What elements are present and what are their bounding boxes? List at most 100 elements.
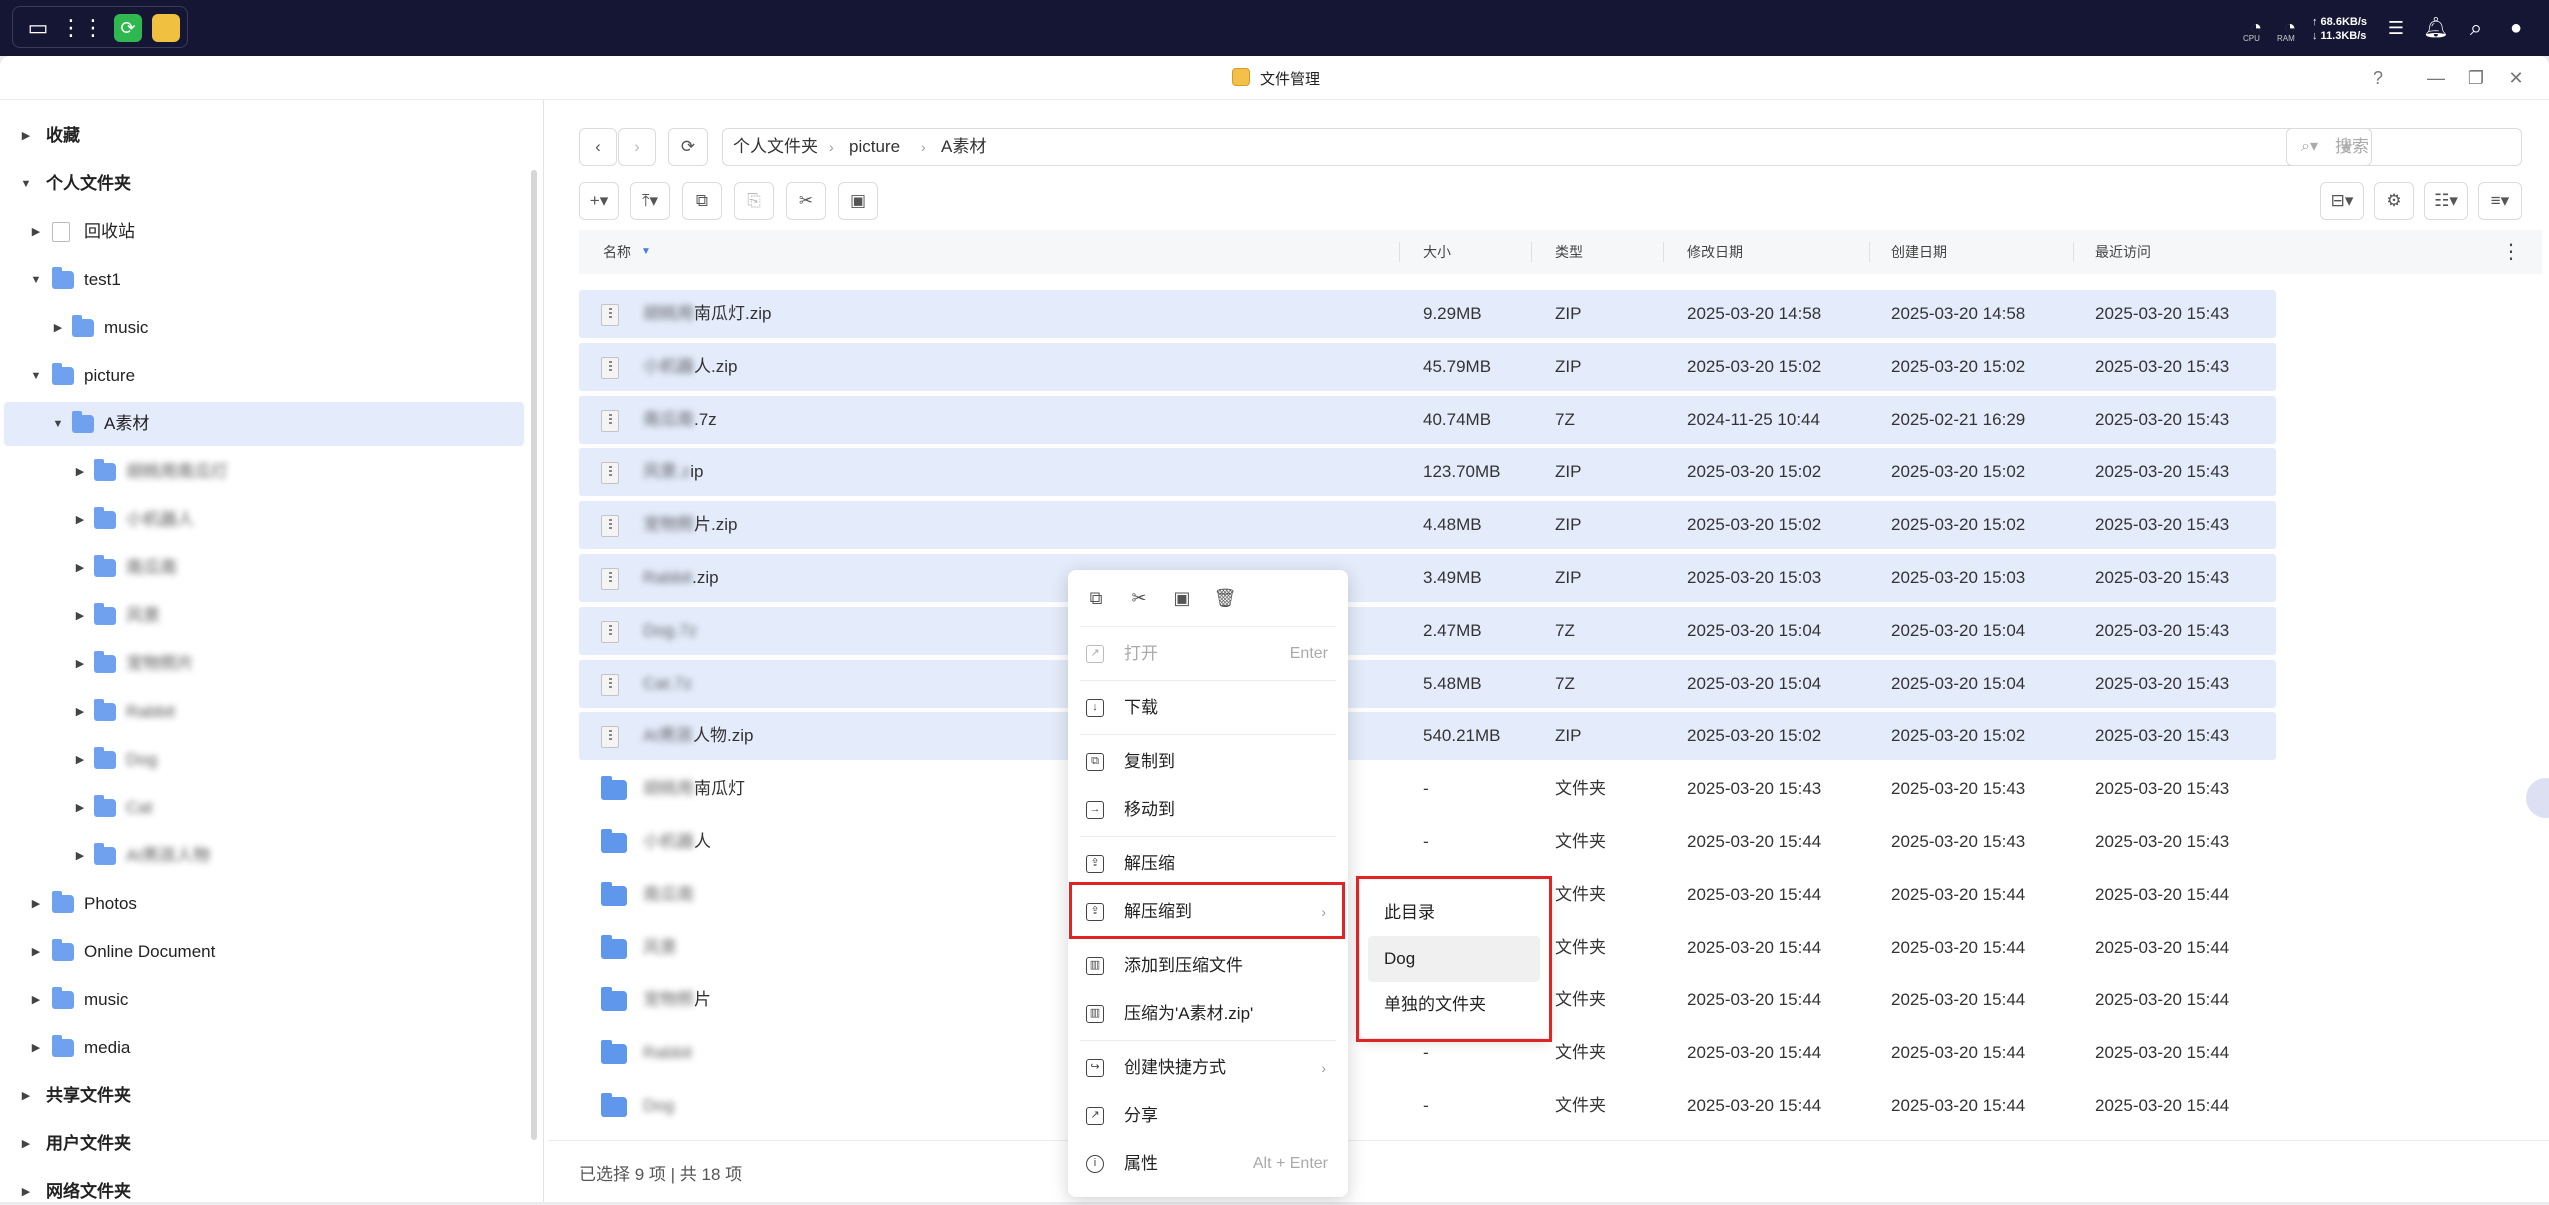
context-menu-item[interactable]: ⇪ 解压缩 [1068,840,1348,888]
caret-down-icon[interactable]: ▼ [28,258,44,302]
caret-right-icon[interactable]: ▶ [72,546,88,590]
column-divider[interactable] [1663,242,1664,262]
column-size[interactable]: 大小 [1423,230,1451,274]
tools-button[interactable]: ⊟▾ [2320,182,2364,220]
caret-right-icon[interactable]: ▶ [28,930,44,974]
tree-item-subfolder[interactable]: ▶ 南瓜南 [4,546,524,590]
context-menu-item[interactable]: i 属性 Alt + Enter [1068,1140,1348,1188]
breadcrumb-item[interactable]: A素材 [941,129,986,165]
caret-down-icon[interactable]: ▼ [50,402,66,446]
table-row[interactable]: Rabbit.zip 3.49MB ZIP 2025-03-20 15:03 2025-… [579,554,2276,602]
caret-right-icon[interactable]: ▶ [72,834,88,878]
tree-item-subfolder[interactable]: ▶ Cat [4,786,524,830]
context-menu-item[interactable]: ↗ 打开 Enter [1068,630,1348,678]
tree-item-a-material[interactable]: ▼ A素材 [4,402,524,446]
caret-right-icon[interactable]: ▶ [28,1026,44,1070]
table-row[interactable]: 风景.zip 123.70MB ZIP 2025-03-20 15:02 2025-03… [579,448,2276,497]
sort-desc-icon[interactable]: ▼ [641,230,651,274]
caret-right-icon[interactable]: ▶ [18,114,34,158]
context-menu-item[interactable]: ⧉ 复制到 [1068,738,1348,786]
table-row[interactable]: 南瓜南.7z 40.74MB 7Z 2024-11-25 10:44 2025-02-2… [579,395,2276,444]
tree-item-subfolder[interactable]: ▶ 风景 [4,594,524,638]
context-menu-item[interactable]: → 移动到 [1068,786,1348,834]
settings-button[interactable]: ⚙ [2374,182,2414,220]
tree-item-music[interactable]: ▶ music [4,306,524,350]
cut-button[interactable]: ✂ [786,182,826,220]
user-icon[interactable]: ● [2502,14,2530,42]
cut-icon[interactable]: ✂ [1127,586,1151,610]
new-button[interactable]: +▾ [579,182,619,220]
tree-item-online-document[interactable]: ▶ Online Document [4,930,524,974]
tree-item-media[interactable]: ▶ media [4,1026,524,1070]
caret-right-icon[interactable]: ▶ [72,738,88,782]
search-icon[interactable]: ⌕ [2462,14,2490,42]
column-name[interactable]: 名称 [603,230,631,274]
settings-sliders-icon[interactable]: ☰ [2382,14,2410,42]
context-menu-item[interactable]: ↪ 创建快捷方式 › [1068,1044,1348,1092]
tree-item-network-folder[interactable]: ▶ 网络文件夹 [4,1170,524,1202]
forward-button[interactable]: › [618,128,656,166]
context-menu-item[interactable]: ↓ 下载 [1068,684,1348,732]
column-divider[interactable] [1531,242,1532,262]
copy-icon[interactable]: ⧉ [1084,586,1108,610]
breadcrumb-item[interactable]: 个人文件夹 [733,129,818,165]
view-mode-button[interactable]: ☷▾ [2424,182,2468,220]
tree-item-recycle-bin[interactable]: ▶ 回收站 [4,210,524,254]
caret-right-icon[interactable]: ▶ [18,1122,34,1166]
caret-right-icon[interactable]: ▶ [72,450,88,494]
tree-item-picture[interactable]: ▼ picture [4,354,524,398]
caret-right-icon[interactable]: ▶ [72,690,88,734]
window-titlebar[interactable]: 文件管理 ? — ❐ ✕ [0,56,2549,100]
search-input[interactable]: ⌕▾ 搜索 [2286,128,2522,166]
tree-item-photos[interactable]: ▶ Photos [4,882,524,926]
caret-down-icon[interactable]: ▼ [28,354,44,398]
caret-right-icon[interactable]: ▶ [72,594,88,638]
tree-item-subfolder[interactable]: ▶ 小机器人 [4,498,524,542]
sort-button[interactable]: ≡▾ [2478,182,2522,220]
restore-icon[interactable]: ❐ [2462,64,2490,92]
sync-app-icon[interactable]: ⟳ [114,14,142,42]
table-row[interactable]: Dog.7z 2.47MB 7Z 2025-03-20 15:04 2025-03-20… [579,606,2276,655]
app-grid-icon[interactable]: ⋮⋮ [60,14,104,42]
column-divider[interactable] [1399,242,1400,262]
caret-down-icon[interactable]: ▼ [18,162,34,206]
column-divider[interactable] [1869,242,1870,262]
caret-right-icon[interactable]: ▶ [72,498,88,542]
minimize-icon[interactable]: — [2422,64,2450,92]
table-row[interactable]: 胡桃用南瓜灯 - 文件夹 2025-03-20 15:43 2025-03-20 15:… [579,765,2276,813]
tree-item-user-folder[interactable]: ▶ 用户文件夹 [4,1122,524,1166]
tree-item-subfolder[interactable]: ▶ Dog [4,738,524,782]
caret-right-icon[interactable]: ▶ [50,306,66,350]
back-button[interactable]: ‹ [579,128,617,166]
table-row[interactable]: 小机器人.zip 45.79MB ZIP 2025-03-20 15:02 2025-0… [579,342,2276,391]
caret-right-icon[interactable]: ▶ [18,1170,34,1202]
tree-item-shared-folder[interactable]: ▶ 共享文件夹 [4,1074,524,1118]
tree-item-subfolder[interactable]: ▶ Rabbit [4,690,524,734]
caret-right-icon[interactable]: ▶ [18,1074,34,1118]
caret-right-icon[interactable]: ▶ [28,882,44,926]
table-row[interactable]: 宠物照片.zip 4.48MB ZIP 2025-03-20 15:02 2025-03… [579,501,2276,550]
table-row[interactable]: AI男孩人物.zip 540.21MB ZIP 2025-03-20 15:02 202… [579,712,2276,761]
delete-icon[interactable]: 🗑︎ [1213,586,1237,610]
sidebar-scrollbar[interactable] [531,170,537,1140]
tree-item-test1[interactable]: ▼ test1 [4,258,524,302]
upload-button[interactable]: ⤒▾ [630,182,670,220]
tree-item-subfolder[interactable]: ▶ 宠物照片 [4,642,524,686]
table-row[interactable]: 胡桃用南瓜灯.zip 9.29MB ZIP 2025-03-20 14:58 2025-… [579,290,2276,338]
column-created[interactable]: 创建日期 [1891,230,1947,274]
copy-button[interactable]: ⧉ [682,182,722,220]
caret-right-icon[interactable]: ▶ [72,786,88,830]
notification-bell-icon[interactable]: 🔔︎ [2422,14,2450,42]
paste-button[interactable]: ⎘ [734,182,774,220]
breadcrumb-item[interactable]: picture [849,129,900,165]
context-menu-item[interactable]: ▥ 添加到压缩文件 [1068,942,1348,990]
column-divider[interactable] [2073,242,2074,262]
caret-right-icon[interactable]: ▶ [28,210,44,254]
table-row[interactable]: Cat.7z 5.48MB 7Z 2025-03-20 15:04 2025-03-20… [579,659,2276,708]
close-icon[interactable]: ✕ [2502,64,2530,92]
tree-item-personal-folder[interactable]: ▼ 个人文件夹 [4,162,524,206]
refresh-button[interactable]: ⟳ [668,128,708,166]
desktop-icon[interactable]: ▭ [24,14,52,42]
column-accessed[interactable]: 最近访问 [2095,230,2151,274]
tree-item-subfolder[interactable]: ▶ 胡桃用南瓜灯 [4,450,524,494]
